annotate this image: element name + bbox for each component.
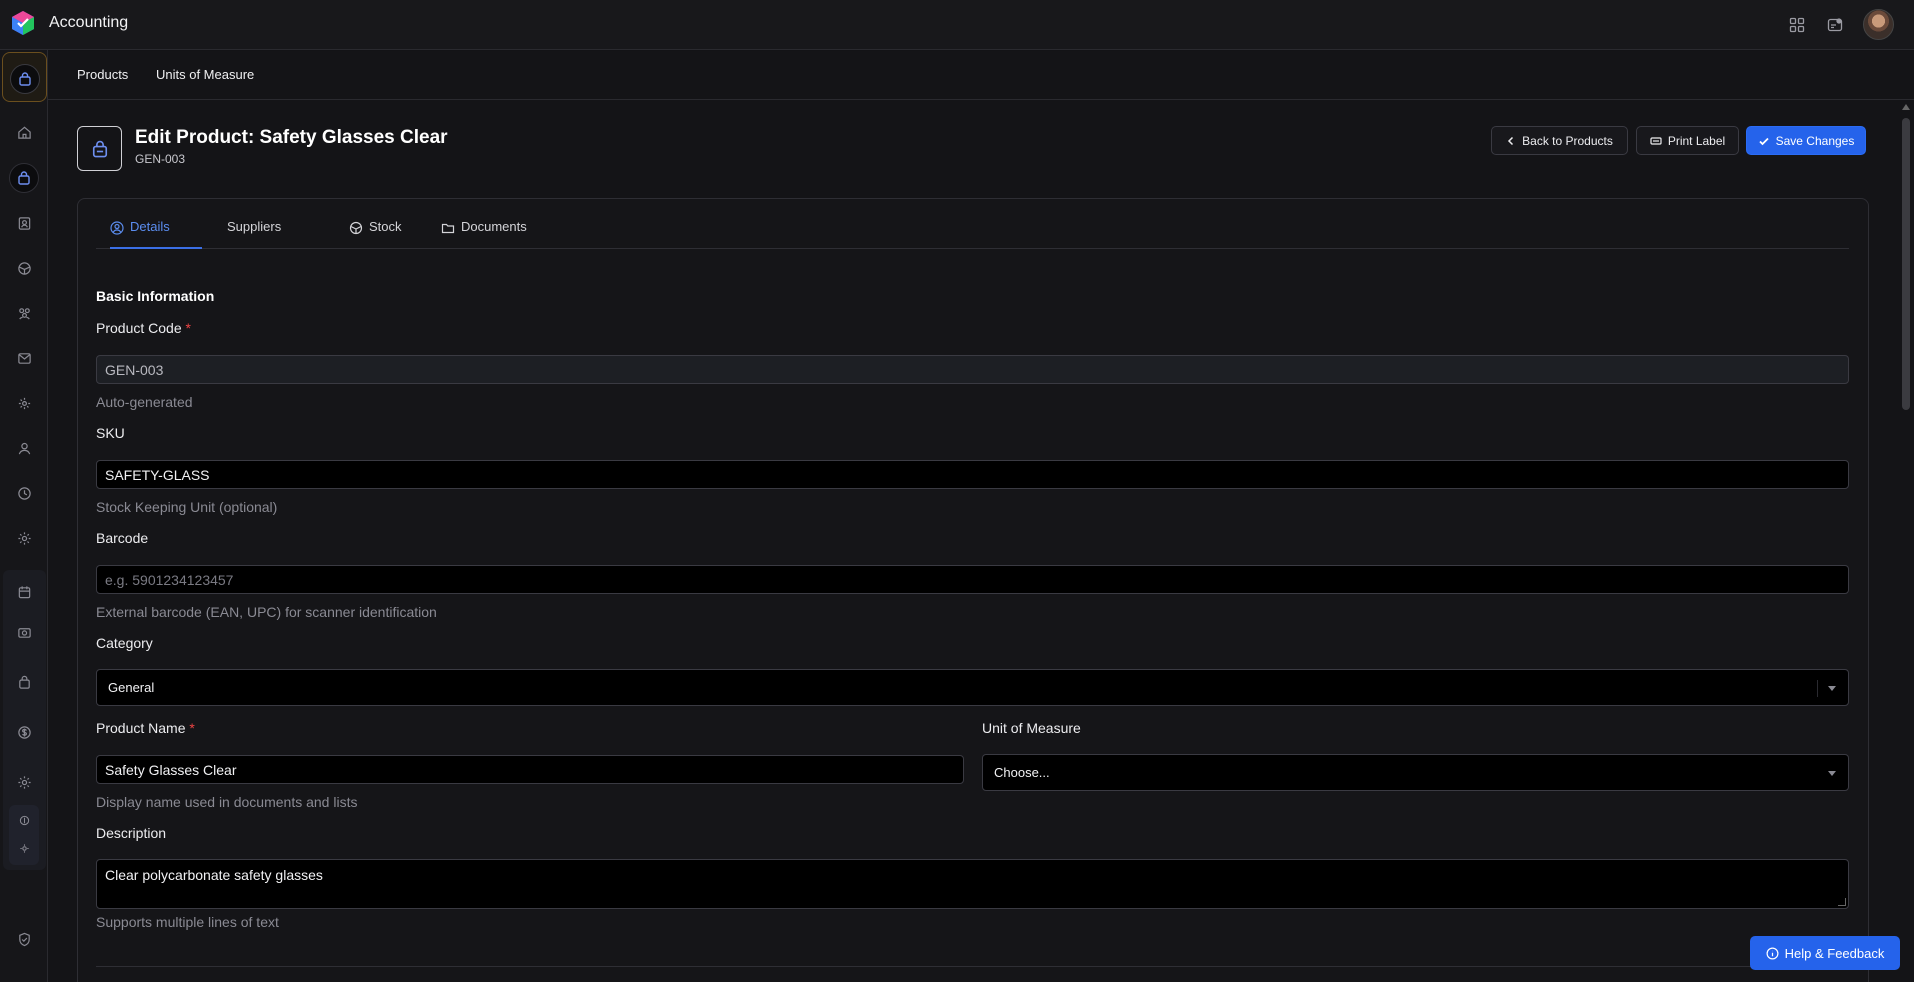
info-icon (1766, 947, 1779, 959)
product-code-field[interactable]: GEN-003 (96, 355, 1849, 384)
tab-stock[interactable]: Stock (349, 219, 402, 249)
page-title: Edit Product: Safety Glasses Clear (135, 127, 448, 148)
required-mark: * (189, 720, 195, 736)
back-button-label: Back to Products (1522, 133, 1613, 148)
tab-stock-label: Stock (369, 219, 402, 234)
tab-documents[interactable]: Documents (441, 219, 527, 249)
user-avatar[interactable] (1863, 9, 1894, 40)
save-button-label: Save Changes (1775, 133, 1855, 148)
sku-hint: Stock Keeping Unit (optional) (96, 499, 278, 515)
save-changes-button[interactable]: Save Changes (1746, 126, 1866, 155)
back-to-products-button[interactable]: Back to Products (1491, 126, 1628, 155)
page-scrollbar[interactable] (1898, 100, 1914, 982)
barcode-hint: External barcode (EAN, UPC) for scanner … (96, 604, 437, 620)
sku-label: SKU (96, 425, 125, 441)
contacts-icon[interactable] (9, 208, 39, 238)
sidebar-item-products-active[interactable] (2, 52, 47, 102)
grid-apps-icon[interactable] (1787, 15, 1807, 35)
top-actions (1787, 9, 1894, 40)
chevron-down-icon (1828, 686, 1836, 691)
calendar-icon[interactable] (9, 577, 39, 607)
unit-of-measure-select[interactable]: Choose... (982, 754, 1849, 791)
section-title: Basic Information (96, 288, 215, 304)
main-content: Edit Product: Safety Glasses Clear GEN-0… (48, 100, 1898, 982)
unit-of-measure-label: Unit of Measure (982, 720, 1081, 736)
subnav-units-of-measure[interactable]: Units of Measure (156, 67, 254, 82)
shopping-bag-icon[interactable] (9, 667, 39, 697)
tab-bar: Details Suppliers Stock Documents (96, 199, 1849, 249)
app-logo-icon[interactable] (10, 10, 36, 36)
required-mark: * (185, 320, 191, 336)
scroll-thumb[interactable] (1902, 118, 1910, 410)
settings-gear-icon[interactable] (9, 523, 39, 553)
resize-handle[interactable] (1838, 898, 1846, 906)
team-icon[interactable] (9, 298, 39, 328)
product-code-label-text: Product Code (96, 320, 182, 336)
product-name-label-text: Product Name (96, 720, 186, 736)
clock-icon[interactable] (9, 478, 39, 508)
mail-icon[interactable] (9, 343, 39, 373)
analytics-icon[interactable] (9, 388, 39, 418)
category-label: Category (96, 635, 153, 651)
package-icon[interactable] (9, 253, 39, 283)
shopping-bag-icon (77, 126, 122, 171)
notifications-icon[interactable] (1825, 15, 1845, 35)
sku-field[interactable]: SAFETY-GLASS (96, 460, 1849, 489)
package-icon (349, 221, 363, 235)
product-name-field[interactable]: Safety Glasses Clear (96, 755, 964, 784)
sub-navigation: Products Units of Measure (48, 51, 1914, 100)
home-icon[interactable] (9, 117, 39, 147)
subnav-products[interactable]: Products (77, 67, 128, 82)
gear-small-icon[interactable] (9, 836, 39, 860)
unit-of-measure-value: Choose... (994, 765, 1050, 780)
tab-documents-label: Documents (461, 219, 527, 234)
description-textarea[interactable]: Clear polycarbonate safety glasses (96, 859, 1849, 909)
product-name-hint: Display name used in documents and lists (96, 794, 358, 810)
app-title: Accounting (49, 14, 129, 31)
camera-icon[interactable] (9, 617, 39, 647)
chevron-down-icon (1828, 771, 1836, 776)
product-form-card: Details Suppliers Stock Documents Basic … (77, 198, 1869, 982)
description-value: Clear polycarbonate safety glasses (105, 867, 323, 883)
barcode-field[interactable]: e.g. 5901234123457 (96, 565, 1849, 594)
scroll-up-arrow[interactable] (1902, 104, 1910, 110)
check-icon (1758, 137, 1769, 145)
help-feedback-button[interactable]: Help & Feedback (1750, 936, 1900, 970)
chevron-left-icon (1508, 136, 1514, 145)
sidebar (0, 50, 48, 982)
help-label: Help & Feedback (1784, 945, 1885, 961)
user-icon[interactable] (9, 433, 39, 463)
category-select[interactable]: General (96, 669, 1849, 706)
product-name-label: Product Name * (96, 720, 195, 736)
top-bar: Accounting (0, 0, 1914, 50)
category-value: General (108, 680, 155, 695)
tab-suppliers-label: Suppliers (227, 219, 282, 234)
shield-check-icon[interactable] (9, 924, 39, 954)
barcode-label: Barcode (96, 530, 149, 546)
dollar-small-icon[interactable] (9, 808, 39, 832)
select-separator (1817, 680, 1818, 697)
shopping-bag-icon (10, 64, 40, 94)
printer-icon (1650, 136, 1662, 145)
tab-suppliers[interactable]: Suppliers (227, 219, 281, 249)
section-divider (96, 966, 1849, 967)
product-code-label: Product Code * (96, 320, 191, 336)
dollar-icon[interactable] (9, 717, 39, 747)
print-button-label: Print Label (1667, 133, 1726, 148)
tab-details-label: Details (130, 219, 170, 234)
user-circle-icon (110, 221, 124, 235)
description-hint: Supports multiple lines of text (96, 914, 279, 930)
sidebar-item-products[interactable] (9, 163, 39, 193)
product-code-hint: Auto-generated (96, 394, 193, 410)
tab-details[interactable]: Details (110, 219, 202, 249)
folder-icon (441, 223, 455, 234)
print-label-button[interactable]: Print Label (1636, 126, 1739, 155)
page-subtitle: GEN-003 (135, 152, 186, 166)
description-label: Description (96, 825, 167, 841)
settings-gear-icon[interactable] (9, 767, 39, 797)
